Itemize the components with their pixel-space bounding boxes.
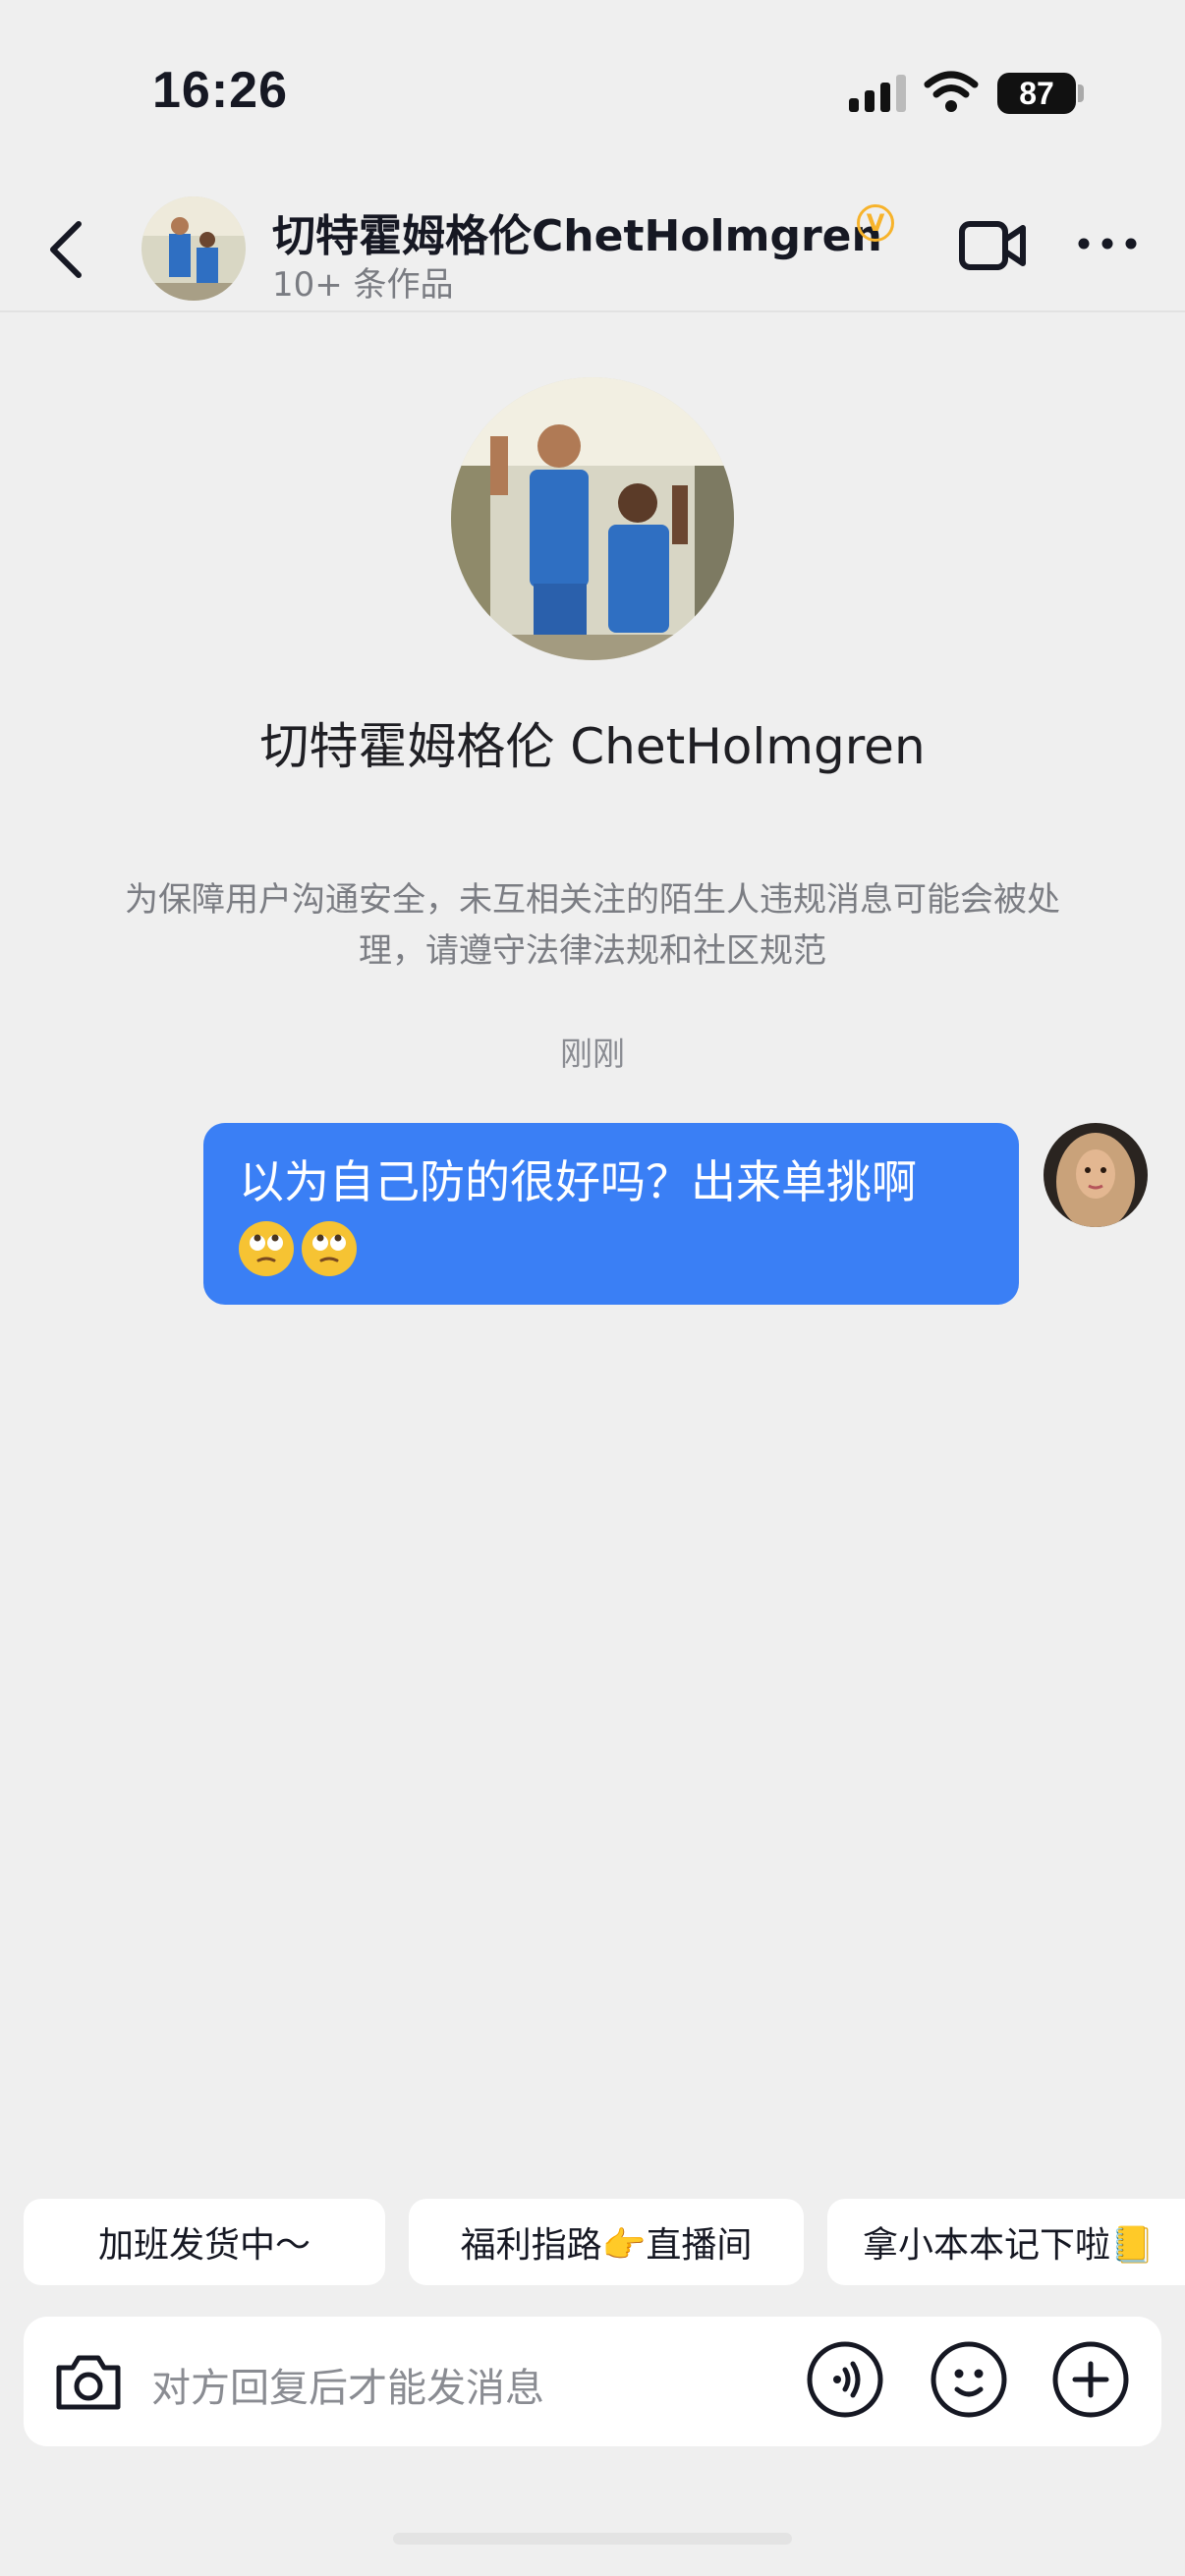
verified-badge-icon: V bbox=[857, 204, 894, 242]
eye-roll-emoji-icon bbox=[302, 1220, 357, 1276]
profile-photo-icon bbox=[451, 377, 734, 660]
safety-notice: 为保障用户沟通安全，未互相关注的陌生人违规消息可能会被处理，请遵守法律法规和社区… bbox=[125, 880, 1060, 971]
voice-icon[interactable] bbox=[806, 2340, 884, 2419]
message-input-bar: 对方回复后才能发消息 bbox=[24, 2317, 1161, 2446]
avatar-photo-icon bbox=[141, 196, 246, 301]
cellular-signal-icon bbox=[849, 75, 906, 112]
quick-reply-chip[interactable]: 加班发货中～ bbox=[24, 2199, 385, 2285]
battery-tip bbox=[1078, 84, 1084, 102]
message-input[interactable]: 对方回复后才能发消息 bbox=[151, 2356, 544, 2413]
back-icon[interactable] bbox=[39, 218, 98, 281]
header-works-count[interactable]: 10+ 条作品 bbox=[272, 257, 454, 306]
camera-icon[interactable] bbox=[49, 2342, 128, 2421]
wifi-icon bbox=[924, 71, 979, 112]
quick-reply-chip[interactable]: 福利指路👉直播间 bbox=[409, 2199, 804, 2285]
video-call-icon[interactable] bbox=[958, 216, 1029, 275]
message-text: 以为自己防的很好吗？出来单挑啊 bbox=[239, 1155, 917, 1208]
chat-header: 切特霍姆格伦ChetHolmgren V 10+ 条作品 bbox=[0, 167, 1185, 312]
my-avatar[interactable] bbox=[1044, 1123, 1148, 1227]
add-icon[interactable] bbox=[1051, 2340, 1130, 2419]
eye-roll-emoji-icon bbox=[239, 1220, 294, 1276]
profile-avatar[interactable] bbox=[451, 377, 734, 660]
profile-name: 切特霍姆格伦 ChetHolmgren bbox=[259, 718, 926, 775]
battery-indicator: 87 bbox=[997, 73, 1076, 114]
header-avatar[interactable] bbox=[141, 196, 246, 301]
quick-replies: 加班发货中～ 福利指路👉直播间 拿小本本记下啦📒 bbox=[24, 2199, 1185, 2287]
emoji-icon[interactable] bbox=[930, 2340, 1008, 2419]
header-name[interactable]: 切特霍姆格伦ChetHolmgren bbox=[272, 200, 882, 263]
home-indicator bbox=[393, 2533, 792, 2545]
status-bar: 16:26 87 bbox=[0, 0, 1185, 167]
status-time: 16:26 bbox=[152, 62, 288, 119]
quick-reply-chip[interactable]: 拿小本本记下啦📒 bbox=[827, 2199, 1185, 2285]
message-timestamp: 刚刚 bbox=[560, 1035, 625, 1073]
more-icon[interactable] bbox=[1076, 236, 1139, 252]
my-avatar-photo-icon bbox=[1044, 1123, 1148, 1227]
sent-message-bubble[interactable]: 以为自己防的很好吗？出来单挑啊 bbox=[203, 1123, 1019, 1305]
